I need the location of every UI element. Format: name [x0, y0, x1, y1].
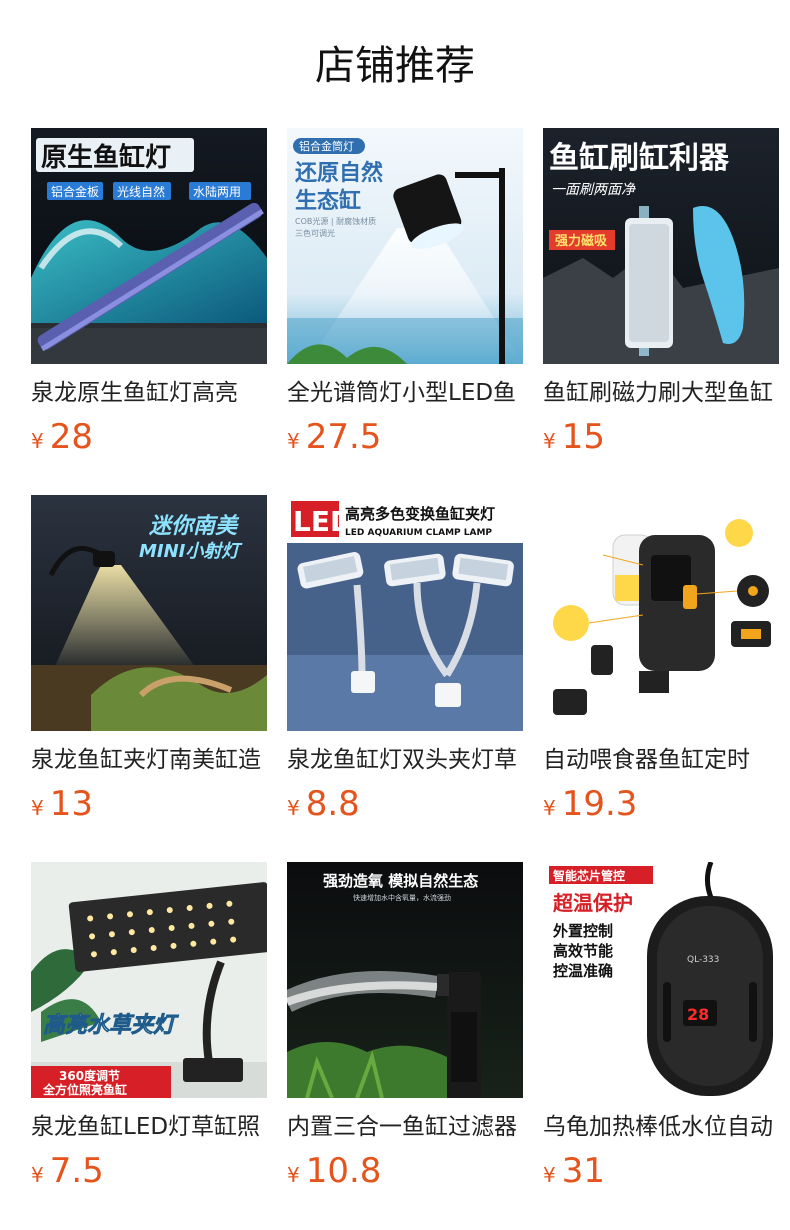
svg-text:铝合金板: 铝合金板 [51, 184, 99, 199]
currency-symbol: ¥ [31, 429, 44, 453]
svg-text:超温保护: 超温保护 [552, 891, 633, 915]
product-price: ¥15 [543, 417, 779, 457]
product-price: ¥10.8 [287, 1151, 523, 1191]
svg-text:控温准确: 控温准确 [553, 962, 613, 980]
product-price: ¥8.8 [287, 784, 523, 824]
svg-text:智能芯片管控: 智能芯片管控 [552, 868, 625, 883]
product-image[interactable]: 智能芯片管控 超温保护 外置控制 高效节能 控温准确 QL-333 28 [543, 862, 779, 1098]
price-value: 10.8 [305, 1151, 382, 1191]
product-name[interactable]: 鱼缸刷磁力刷大型鱼缸 [543, 377, 779, 409]
currency-symbol: ¥ [287, 796, 300, 820]
product-name[interactable]: 内置三合一鱼缸过滤器 [287, 1111, 523, 1143]
product-price: ¥28 [31, 417, 267, 457]
currency-symbol: ¥ [543, 796, 556, 820]
svg-text:MINI小射灯: MINI小射灯 [139, 541, 243, 562]
svg-text:高亮水草夹灯: 高亮水草夹灯 [43, 1012, 179, 1038]
price-value: 15 [561, 417, 605, 457]
product-card[interactable]: 自动喂食器鱼缸定时 ¥19.3 [543, 495, 779, 862]
product-image[interactable]: 铝合金筒灯 还原自然 生态缸 COB光源 | 耐腐蚀材质 三色可调光 [287, 128, 523, 364]
image-headline: 原生鱼缸灯 [41, 142, 171, 173]
product-card[interactable]: 智能芯片管控 超温保护 外置控制 高效节能 控温准确 QL-333 28 乌龟加… [543, 862, 779, 1229]
product-name[interactable]: 泉龙鱼缸LED灯草缸照 [31, 1111, 267, 1143]
price-value: 28 [49, 417, 93, 457]
product-name[interactable]: 泉龙鱼缸灯双头夹灯草 [287, 744, 523, 776]
svg-text:一面刷两面净: 一面刷两面净 [551, 182, 636, 198]
svg-text:还原自然: 还原自然 [294, 160, 383, 186]
product-card[interactable]: 强劲造氧 模拟自然生态 快速增加水中含氧量，水流强劲 内置三合一鱼缸过滤器 ¥1… [287, 862, 523, 1229]
product-card[interactable]: 高亮水草夹灯 360度调节 全方位照亮鱼缸 泉龙鱼缸LED灯草缸照 ¥7.5 [31, 862, 267, 1229]
svg-text:水陆两用: 水陆两用 [193, 184, 241, 199]
product-image[interactable]: 强劲造氧 模拟自然生态 快速增加水中含氧量，水流强劲 [287, 862, 523, 1098]
price-value: 8.8 [305, 784, 360, 824]
price-value: 7.5 [49, 1151, 104, 1191]
product-image[interactable] [543, 495, 779, 731]
currency-symbol: ¥ [287, 429, 300, 453]
svg-text:三色可调光: 三色可调光 [295, 228, 335, 238]
svg-text:COB光源 | 耐腐蚀材质: COB光源 | 耐腐蚀材质 [295, 216, 376, 226]
svg-text:外置控制: 外置控制 [552, 922, 613, 940]
svg-text:强劲造氧 模拟自然生态: 强劲造氧 模拟自然生态 [323, 872, 478, 890]
svg-text:360度调节: 360度调节 [59, 1068, 120, 1083]
svg-text:铝合金筒灯: 铝合金筒灯 [299, 139, 354, 153]
product-card[interactable]: 原生鱼缸灯 铝合金板 光线自然 水陆两用 泉龙原生鱼缸灯高亮 ¥28 [31, 128, 267, 495]
currency-symbol: ¥ [31, 1163, 44, 1187]
currency-symbol: ¥ [287, 1163, 300, 1187]
product-card[interactable]: 迷你南美 MINI小射灯 泉龙鱼缸夹灯南美缸造 ¥13 [31, 495, 267, 862]
svg-text:快速增加水中含氧量，水流强劲: 快速增加水中含氧量，水流强劲 [353, 893, 451, 902]
price-value: 27.5 [305, 417, 382, 457]
currency-symbol: ¥ [543, 429, 556, 453]
section-title: 店铺推荐 [315, 43, 475, 89]
product-name[interactable]: 泉龙原生鱼缸灯高亮 [31, 377, 267, 409]
product-name[interactable]: 全光谱筒灯小型LED鱼 [287, 377, 523, 409]
svg-text:生态缸: 生态缸 [295, 188, 361, 214]
product-price: ¥19.3 [543, 784, 779, 824]
svg-text:强力磁吸: 强力磁吸 [555, 233, 608, 249]
shop-recommendation-page: 店铺推荐 原生鱼缸灯 铝合金板 光线自然 水陆两用 泉龙原生鱼缸灯高亮 ¥ 28… [0, 0, 790, 1230]
product-price: ¥7.5 [31, 1151, 267, 1191]
product-price: ¥31 [543, 1151, 779, 1191]
product-image[interactable]: 鱼缸刷缸利器 一面刷两面净 强力磁吸 [543, 128, 779, 364]
product-image[interactable]: 原生鱼缸灯 铝合金板 光线自然 水陆两用 [31, 128, 267, 364]
product-card[interactable]: 鱼缸刷缸利器 一面刷两面净 强力磁吸 鱼缸刷磁力刷大型鱼缸 ¥15 [543, 128, 779, 495]
product-card[interactable]: 铝合金筒灯 还原自然 生态缸 COB光源 | 耐腐蚀材质 三色可调光 全光谱筒灯… [287, 128, 523, 495]
product-name[interactable]: 乌龟加热棒低水位自动 [543, 1111, 779, 1143]
svg-text:光线自然: 光线自然 [117, 184, 165, 199]
svg-text:高亮多色变换鱼缸夹灯: 高亮多色变换鱼缸夹灯 [345, 505, 495, 523]
product-image[interactable]: 迷你南美 MINI小射灯 [31, 495, 267, 731]
product-name[interactable]: 泉龙鱼缸夹灯南美缸造 [31, 744, 267, 776]
product-image[interactable]: LED 高亮多色变换鱼缸夹灯 LED AQUARIUM CLAMP LAMP [287, 495, 523, 731]
svg-text:28: 28 [687, 1005, 709, 1024]
product-image[interactable]: 高亮水草夹灯 360度调节 全方位照亮鱼缸 [31, 862, 267, 1098]
svg-text:迷你南美: 迷你南美 [148, 513, 240, 539]
price-value: 13 [49, 784, 93, 824]
product-card[interactable]: LED 高亮多色变换鱼缸夹灯 LED AQUARIUM CLAMP LAMP 泉… [287, 495, 523, 862]
price-value: 19.3 [561, 784, 638, 824]
svg-text:鱼缸刷缸利器: 鱼缸刷缸利器 [549, 141, 730, 176]
currency-symbol: ¥ [31, 796, 44, 820]
price-value: 31 [561, 1151, 605, 1191]
svg-text:高效节能: 高效节能 [553, 942, 613, 960]
product-grid: 原生鱼缸灯 铝合金板 光线自然 水陆两用 泉龙原生鱼缸灯高亮 ¥28 铝合金筒灯… [31, 128, 779, 1229]
currency-symbol: ¥ [543, 1163, 556, 1187]
svg-text:QL-333: QL-333 [687, 955, 719, 965]
product-price: ¥13 [31, 784, 267, 824]
product-name[interactable]: 自动喂食器鱼缸定时 [543, 744, 779, 776]
svg-text:全方位照亮鱼缸: 全方位照亮鱼缸 [42, 1082, 127, 1097]
product-price: ¥27.5 [287, 417, 523, 457]
svg-text:LED AQUARIUM CLAMP LAMP: LED AQUARIUM CLAMP LAMP [345, 528, 492, 538]
